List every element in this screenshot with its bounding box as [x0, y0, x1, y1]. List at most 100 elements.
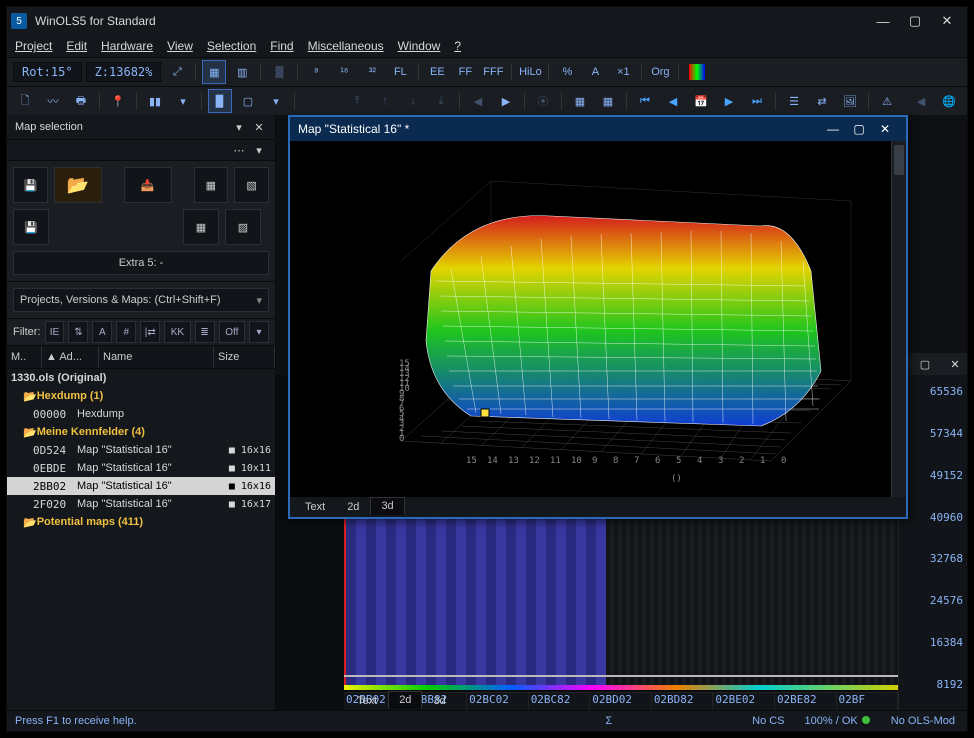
menu-selection[interactable]: Selection — [207, 39, 256, 53]
step-back-icon[interactable]: ◀ — [661, 89, 685, 113]
map-window-titlebar[interactable]: Map "Statistical 16" * — ▢ ✕ — [290, 117, 906, 141]
hex-tab-3d[interactable]: 3d — [422, 692, 456, 710]
percent-icon[interactable]: % — [555, 60, 579, 84]
filter-a-button[interactable]: A — [92, 321, 112, 343]
map-tab-text[interactable]: Text — [294, 498, 336, 516]
wave-icon[interactable]: 〰 — [41, 89, 65, 113]
menu-hardware[interactable]: Hardware — [101, 39, 153, 53]
map-tab-3d[interactable]: 3d — [370, 497, 404, 515]
hilo-icon[interactable]: HiLo — [518, 60, 542, 84]
filter-swap-button[interactable]: |⇄ — [140, 321, 160, 343]
font-a-icon[interactable]: A — [583, 60, 607, 84]
close-button[interactable]: ✕ — [931, 10, 963, 32]
map-max-button[interactable]: ▢ — [846, 120, 872, 138]
map-scrollbar[interactable] — [891, 141, 906, 497]
extra5-button[interactable]: Extra 5: - — [13, 251, 269, 275]
panel-fill-icon[interactable]: ▉ — [208, 89, 232, 113]
nav-down-icon[interactable]: ↓ — [401, 89, 425, 113]
chevron-down-icon[interactable]: ▾ — [264, 89, 288, 113]
tool-b-button[interactable]: ▧ — [234, 167, 269, 203]
tree-row[interactable]: 0D524Map "Statistical 16"■ 16x16 — [7, 441, 275, 459]
list-icon[interactable]: ☰ — [782, 89, 806, 113]
step-fwd-icon[interactable]: ▶ — [717, 89, 741, 113]
filter-sort-button[interactable]: ⇅ — [68, 321, 88, 343]
panel-caret-icon[interactable]: ▾ — [251, 142, 267, 158]
endian-ee-icon[interactable]: EE — [425, 60, 449, 84]
map-tab-2d[interactable]: 2d — [336, 498, 370, 516]
play-left-icon[interactable]: ◀ — [466, 89, 490, 113]
menu-edit[interactable]: Edit — [66, 39, 87, 53]
tree-row[interactable]: 2BB02Map "Statistical 16"■ 16x16 — [7, 477, 275, 495]
hex-tab-2d[interactable]: 2d — [388, 691, 422, 709]
save-alt-button[interactable]: 💾 — [13, 209, 49, 245]
menu-find[interactable]: Find — [270, 39, 293, 53]
hex-close-button[interactable]: ✕ — [943, 356, 967, 372]
menu-project[interactable]: Project — [15, 39, 52, 53]
rainbow-icon[interactable] — [685, 60, 709, 84]
view-mode-b-icon[interactable]: ▥ — [230, 60, 254, 84]
projects-dropdown[interactable]: Projects, Versions & Maps: (Ctrl+Shift+F… — [13, 288, 269, 312]
tree-row[interactable]: 📂 Meine Kennfelder (4) — [7, 423, 275, 441]
nav-first-icon[interactable]: ⤒ — [345, 89, 369, 113]
rewind-icon[interactable]: ⏮ — [633, 89, 657, 113]
ffwd-icon[interactable]: ⏭ — [745, 89, 769, 113]
tree-row[interactable]: 1330.ols (Original) — [7, 369, 275, 387]
tree-row[interactable]: 00000Hexdump — [7, 405, 275, 423]
grid-icon[interactable]: ▒ — [267, 60, 291, 84]
menu-help[interactable]: ? — [454, 39, 461, 53]
grid-blue-icon[interactable]: ▦ — [568, 89, 592, 113]
view-mode-a-icon[interactable]: ▦ — [202, 60, 226, 84]
marker-icon[interactable]: 📍 — [106, 89, 130, 113]
filter-list-button[interactable]: ≣ — [195, 321, 215, 343]
tree-row[interactable]: 2F020Map "Statistical 16"■ 16x17 — [7, 495, 275, 513]
warning-icon[interactable]: ⚠ — [875, 89, 899, 113]
nav-up-icon[interactable]: ↑ — [373, 89, 397, 113]
col-m[interactable]: M.. — [7, 346, 42, 368]
tree-row[interactable]: 📂 Potential maps (411) — [7, 513, 275, 531]
map-min-button[interactable]: — — [820, 120, 846, 138]
col-addr[interactable]: ▲ Ad... — [42, 346, 99, 368]
menu-view[interactable]: View — [167, 39, 193, 53]
col-name[interactable]: Name — [99, 346, 214, 368]
org-icon[interactable]: Org — [648, 60, 672, 84]
maximize-button[interactable]: ▢ — [899, 10, 931, 32]
tree-row[interactable]: 📂 Hexdump (1) — [7, 387, 275, 405]
minimize-button[interactable]: — — [867, 10, 899, 32]
globe-icon[interactable]: 🌐 — [937, 89, 961, 113]
panel-opts-icon[interactable]: ⋯ — [231, 142, 247, 158]
target-icon[interactable]: ⦿ — [531, 89, 555, 113]
new-icon[interactable]: 🗋 — [13, 89, 37, 113]
nav-last-icon[interactable]: ⤓ — [429, 89, 453, 113]
panel-box-icon[interactable]: ▢ — [236, 89, 260, 113]
col-size[interactable]: Size — [214, 346, 275, 368]
chevron-down-icon[interactable]: ▾ — [171, 89, 195, 113]
filter-off-button[interactable]: Off — [219, 321, 245, 343]
endian-ff-icon[interactable]: FF — [453, 60, 477, 84]
tool-c-button[interactable]: ▦ — [183, 209, 219, 245]
bits-32-icon[interactable]: ³² — [360, 60, 384, 84]
filter-ie-button[interactable]: IE — [45, 321, 65, 343]
print-icon[interactable]: 🖶 — [69, 89, 93, 113]
panel-menu-icon[interactable]: ▾ — [231, 119, 247, 135]
filter-more-button[interactable]: ▾ — [249, 321, 269, 343]
map-3d-canvas[interactable]: 0011223344556677889910101111121213131414… — [290, 141, 892, 497]
filter-hash-button[interactable]: # — [116, 321, 136, 343]
hex-min-button[interactable]: ▢ — [913, 356, 937, 372]
menu-misc[interactable]: Miscellaneous — [308, 39, 384, 53]
tree-row[interactable]: 0EBDEMap "Statistical 16"■ 10x11 — [7, 459, 275, 477]
panel-close-icon[interactable]: ✕ — [251, 119, 267, 135]
calendar-icon[interactable]: 📅 — [689, 89, 713, 113]
picture-icon[interactable]: 🖼 — [838, 89, 862, 113]
tool-d-button[interactable]: ▨ — [225, 209, 261, 245]
bits-16-icon[interactable]: ¹⁶ — [332, 60, 356, 84]
menu-window[interactable]: Window — [398, 39, 441, 53]
grid-alt-icon[interactable]: ▦ — [596, 89, 620, 113]
mult1-icon[interactable]: ×1 — [611, 60, 635, 84]
play-right-icon[interactable]: ▶ — [494, 89, 518, 113]
import-button[interactable]: 📥 — [124, 167, 172, 203]
swap-icon[interactable]: ⇄ — [810, 89, 834, 113]
bars-icon[interactable]: ▮▮ — [143, 89, 167, 113]
bits-fl-icon[interactable]: FL — [388, 60, 412, 84]
bits-8-icon[interactable]: ⁸ — [304, 60, 328, 84]
map-tree[interactable]: 1330.ols (Original)📂 Hexdump (1)00000Hex… — [7, 369, 275, 711]
